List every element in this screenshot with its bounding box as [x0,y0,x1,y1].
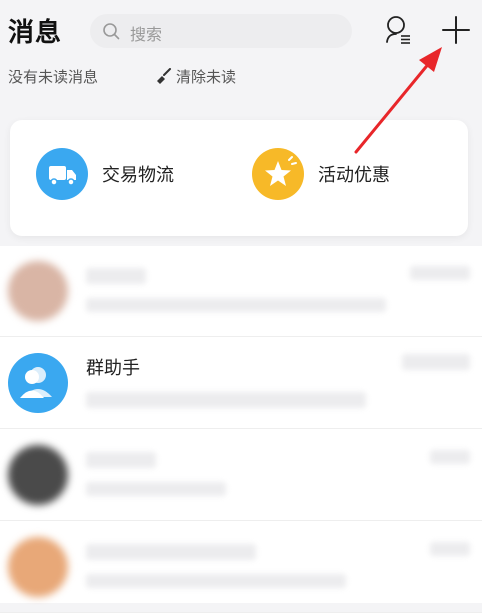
avatar [8,445,68,505]
conversation-item[interactable] [0,522,482,613]
truck-icon [36,148,88,200]
search-placeholder: 搜索 [130,25,163,44]
broom-icon [157,68,171,84]
category-label: 交易物流 [102,165,174,186]
conversation-preview [86,392,366,408]
conversation-item[interactable] [0,430,482,521]
quick-categories-card: 交易物流 活动优惠 [10,120,468,236]
conversation-time [430,450,470,464]
conversation-list: 群助手 [0,246,482,613]
conversation-preview [86,482,226,496]
conversation-item[interactable] [0,246,482,337]
conversation-item-group-assistant[interactable]: 群助手 [0,338,482,429]
search-icon [103,23,120,40]
conversation-title [86,268,146,284]
category-label: 活动优惠 [318,165,390,186]
conversation-title: 群助手 [86,358,140,379]
search-bar[interactable]: 搜索 [90,14,352,48]
group-icon [8,353,68,413]
conversation-preview [86,574,346,588]
conversation-preview [86,298,386,312]
conversation-title [86,544,256,560]
star-icon [252,148,304,200]
unread-status: 没有未读消息 [8,68,99,86]
avatar [8,261,68,321]
contacts-icon[interactable] [384,14,414,46]
top-bar: 消息 搜索 [0,0,482,62]
avatar [8,537,68,597]
add-button[interactable] [440,14,472,46]
page-title: 消息 [8,18,63,48]
conversation-title [86,452,156,468]
conversation-time [430,542,470,556]
conversation-time [410,266,470,280]
clear-unread-label: 清除未读 [176,68,237,86]
conversation-time [402,354,470,370]
